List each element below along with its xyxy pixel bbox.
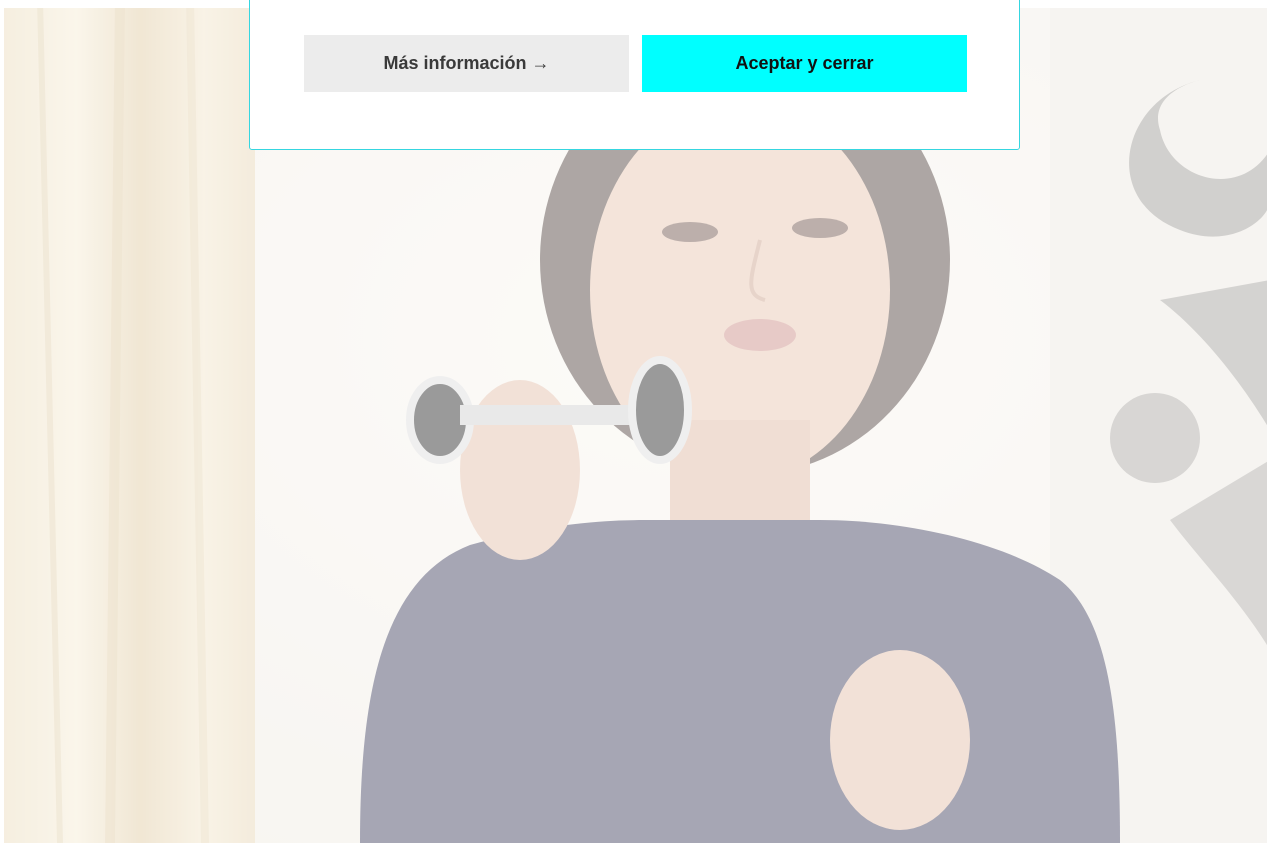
cookie-consent-banner: Más información → Aceptar y cerrar: [249, 0, 1020, 150]
page: Más información → Aceptar y cerrar: [0, 0, 1270, 843]
more-info-button[interactable]: Más información →: [304, 35, 629, 92]
accept-and-close-button[interactable]: Aceptar y cerrar: [642, 35, 967, 92]
left-edge: [0, 0, 4, 843]
